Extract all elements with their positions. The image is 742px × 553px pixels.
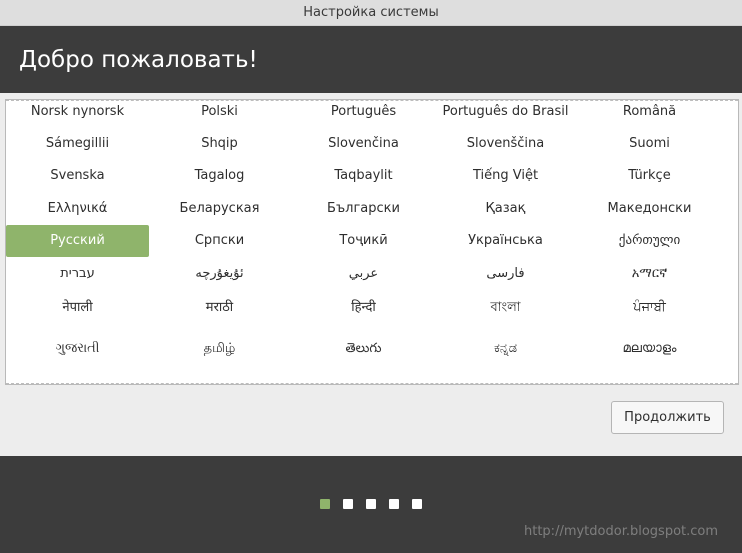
language-item[interactable]: ਪੰਜਾਬੀ (578, 292, 721, 324)
language-item[interactable]: Português (292, 100, 435, 128)
language-item[interactable]: தமிழ் (148, 333, 291, 365)
language-item[interactable]: Ελληνικά (6, 193, 149, 225)
window-titlebar[interactable]: Настройка системы (0, 0, 742, 26)
language-item[interactable]: Русский (6, 225, 149, 257)
language-item[interactable]: Sámegillii (6, 128, 149, 160)
language-item[interactable]: Türkçe (578, 160, 721, 192)
language-item[interactable]: Shqip (148, 128, 291, 160)
language-item[interactable]: ગુજરાતી (6, 333, 149, 365)
language-item[interactable]: Suomi (578, 128, 721, 160)
language-item[interactable]: বাংলা (434, 292, 577, 324)
language-item[interactable]: తెలుగు (292, 333, 435, 365)
language-item[interactable]: Беларуская (148, 193, 291, 225)
main-content: Norsk nynorsk Polski Português Português do… (0, 93, 742, 456)
language-item[interactable]: Polski (148, 100, 291, 128)
language-item[interactable]: Svenska (6, 160, 149, 192)
language-item[interactable]: Қазақ (434, 193, 577, 225)
language-item[interactable]: Português do Brasil (434, 100, 577, 128)
language-item[interactable]: Български (292, 193, 435, 225)
page-title: Добро пожаловать! (19, 47, 258, 73)
language-item[interactable]: فارسی (434, 258, 577, 290)
language-item[interactable]: हिन्दी (292, 292, 435, 324)
welcome-header: Добро пожаловать! (0, 26, 742, 93)
language-item[interactable]: Română (578, 100, 721, 128)
page-dot[interactable] (366, 499, 376, 509)
language-item[interactable]: Slovenščina (434, 128, 577, 160)
language-item[interactable]: मराठी (148, 292, 291, 324)
language-item[interactable]: አማርኛ (578, 258, 721, 290)
language-item[interactable]: Македонски (578, 193, 721, 225)
language-item[interactable]: नेपाली (6, 292, 149, 324)
window-title: Настройка системы (303, 5, 439, 20)
language-item[interactable]: Тоҷикӣ (292, 225, 435, 257)
language-item[interactable]: Norsk nynorsk (6, 100, 149, 128)
continue-button[interactable]: Продолжить (611, 401, 724, 434)
language-item[interactable]: Українська (434, 225, 577, 257)
language-list[interactable]: Norsk nynorsk Polski Português Português do… (5, 99, 739, 385)
footer-bar: http://mytdodor.blogspot.com (0, 456, 742, 553)
page-dot[interactable] (389, 499, 399, 509)
language-item[interactable]: മലയാളം (578, 333, 721, 365)
language-item[interactable]: عربي (292, 258, 435, 290)
language-item[interactable]: ئۇيغۇرچە (148, 258, 291, 290)
page-dot[interactable] (412, 499, 422, 509)
page-dot[interactable] (320, 499, 330, 509)
page-dot[interactable] (343, 499, 353, 509)
language-item[interactable]: Српски (148, 225, 291, 257)
language-item[interactable]: Tiếng Việt (434, 160, 577, 192)
language-item[interactable]: Tagalog (148, 160, 291, 192)
watermark-text: http://mytdodor.blogspot.com (524, 524, 719, 539)
setup-window: Настройка системы Добро пожаловать! Nors… (0, 0, 742, 553)
language-item[interactable]: ქართული (578, 225, 721, 257)
language-item[interactable]: Taqbaylit (292, 160, 435, 192)
language-item[interactable]: ಕನ್ನಡ (434, 333, 577, 365)
language-item[interactable]: Slovenčina (292, 128, 435, 160)
language-item[interactable]: עברית (6, 258, 149, 290)
